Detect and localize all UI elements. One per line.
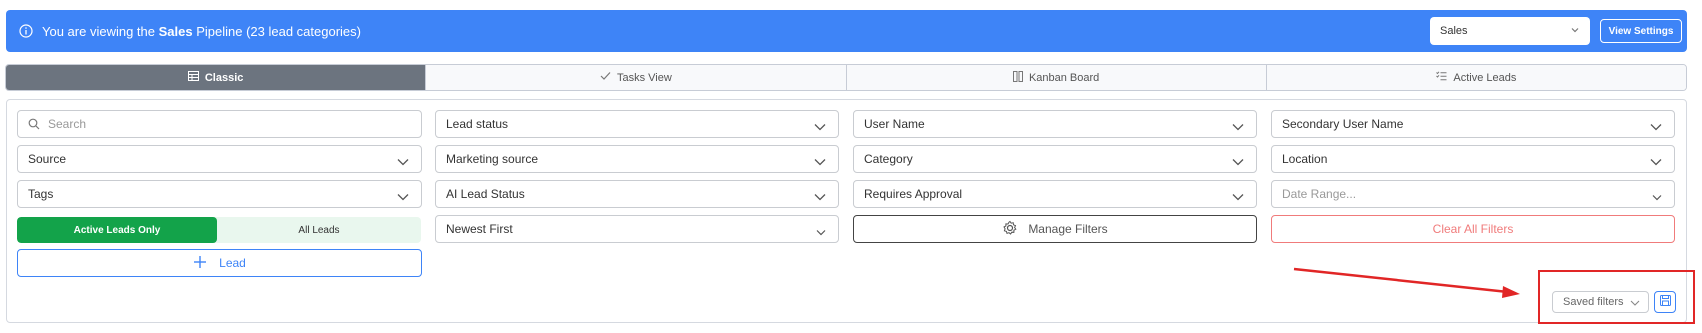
banner-prefix: You are viewing the	[42, 23, 159, 39]
date-range-placeholder: Date Range...	[1282, 187, 1357, 201]
saved-filters-select[interactable]: Saved filters	[1552, 291, 1649, 313]
ai-lead-status-select[interactable]: AI Lead Status	[435, 180, 839, 208]
sort-order-label: Newest First	[446, 222, 513, 236]
location-label: Location	[1282, 152, 1328, 166]
chevron-down-icon	[1650, 120, 1662, 134]
tab-label: Classic	[204, 71, 244, 84]
lead-status-select[interactable]: Lead status	[435, 110, 839, 138]
all-leads-button[interactable]: All Leads	[217, 217, 421, 243]
clear-all-filters-button[interactable]: Clear All Filters	[1271, 215, 1675, 243]
tab-label: Kanban Board	[1028, 71, 1100, 84]
list-check-icon	[1436, 71, 1447, 84]
pipeline-select[interactable]: Sales	[1430, 17, 1590, 45]
chevron-down-icon	[1232, 190, 1244, 204]
tab-label: Active Leads	[1453, 71, 1517, 84]
gear-icon	[1002, 220, 1018, 239]
marketing-source-select[interactable]: Marketing source	[435, 145, 839, 173]
date-range-input[interactable]: Date Range...	[1271, 180, 1675, 208]
tab-label: Tasks View	[616, 71, 672, 84]
pipeline-select-value: Sales	[1440, 25, 1468, 37]
source-select[interactable]: Source	[17, 145, 422, 173]
chevron-down-icon	[814, 155, 826, 169]
category-select[interactable]: Category	[853, 145, 1257, 173]
chevron-down-icon	[1630, 298, 1640, 310]
chevron-down-icon	[1232, 120, 1244, 134]
check-icon	[600, 71, 611, 84]
lead-status-label: Lead status	[446, 117, 509, 131]
active-leads-only-button[interactable]: Active Leads Only	[17, 217, 217, 243]
secondary-user-name-label: Secondary User Name	[1282, 117, 1404, 131]
category-label: Category	[864, 152, 913, 166]
search-icon	[28, 118, 40, 130]
plus-icon	[193, 255, 207, 272]
view-settings-button[interactable]: View Settings	[1600, 19, 1682, 43]
filter-panel: Search Lead status User Name Secondary U…	[6, 99, 1687, 323]
chevron-down-icon	[397, 190, 409, 204]
user-name-label: User Name	[864, 117, 925, 131]
location-select[interactable]: Location	[1271, 145, 1675, 173]
chevron-down-icon	[1652, 190, 1662, 204]
saved-filters-label: Saved filters	[1563, 296, 1624, 308]
manage-filters-button[interactable]: Manage Filters	[853, 215, 1257, 243]
lead-scope-toggle: Active Leads Only All Leads	[17, 217, 421, 243]
info-icon	[18, 23, 34, 39]
floppy-disk-icon	[1659, 293, 1671, 311]
tab-tasks-view[interactable]: Tasks View	[426, 65, 847, 90]
banner-suffix: Pipeline (23 lead categories)	[192, 23, 361, 39]
chevron-down-icon	[1650, 155, 1662, 169]
pipeline-banner: You are viewing the Sales Pipeline (23 l…	[6, 10, 1687, 52]
secondary-user-name-select[interactable]: Secondary User Name	[1271, 110, 1675, 138]
table-icon	[187, 71, 199, 84]
save-filter-button[interactable]	[1654, 291, 1676, 313]
view-tabs: Classic Tasks View Kanban Board Active L…	[5, 64, 1687, 91]
banner-message: You are viewing the Sales Pipeline (23 l…	[42, 24, 361, 39]
requires-approval-select[interactable]: Requires Approval	[853, 180, 1257, 208]
source-label: Source	[28, 152, 67, 166]
sort-order-select[interactable]: Newest First	[435, 215, 839, 243]
search-input[interactable]: Search	[17, 110, 422, 138]
marketing-source-label: Marketing source	[446, 152, 539, 166]
columns-icon	[1012, 70, 1023, 85]
pipeline-name: Sales	[158, 23, 193, 39]
tags-label: Tags	[28, 187, 54, 201]
tab-kanban-board[interactable]: Kanban Board	[846, 65, 1267, 90]
requires-approval-label: Requires Approval	[864, 187, 963, 201]
chevron-down-icon	[397, 155, 409, 169]
tab-active-leads[interactable]: Active Leads	[1266, 65, 1686, 90]
add-lead-label: Lead	[219, 256, 246, 270]
add-lead-button[interactable]: Lead	[17, 249, 422, 277]
ai-lead-status-label: AI Lead Status	[446, 187, 525, 201]
search-placeholder: Search	[48, 117, 87, 131]
chevron-down-icon	[1232, 155, 1244, 169]
user-name-select[interactable]: User Name	[853, 110, 1257, 138]
chevron-down-icon	[816, 225, 826, 239]
chevron-down-icon	[814, 190, 826, 204]
chevron-down-icon	[1570, 25, 1580, 38]
chevron-down-icon	[814, 120, 826, 134]
tab-classic[interactable]: Classic	[6, 65, 427, 90]
tags-select[interactable]: Tags	[17, 180, 422, 208]
manage-filters-label: Manage Filters	[1028, 222, 1108, 236]
